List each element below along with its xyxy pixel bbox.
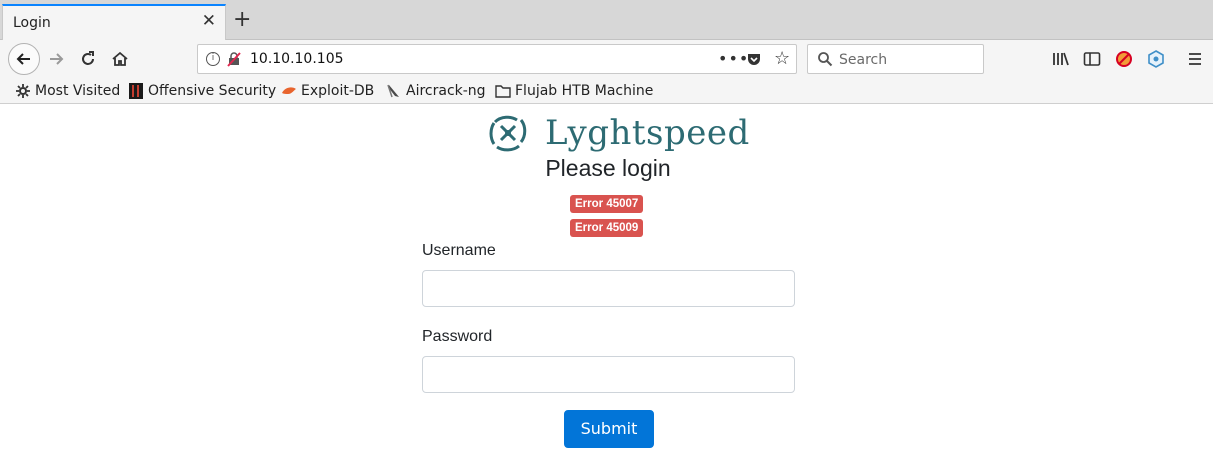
brand-name: Lyghtspeed [545,113,750,153]
error-badge: Error 45007 [570,195,644,213]
new-tab-icon[interactable]: + [233,9,251,31]
username-label: Username [422,242,496,259]
bookmark-star-icon[interactable]: ☆ [774,48,790,69]
home-icon [112,51,128,66]
info-icon[interactable]: i [206,52,220,66]
bookmark-most-visited[interactable]: Most Visited [15,81,120,101]
tab-title: Login [13,15,51,31]
forward-button[interactable] [42,45,70,73]
bookmark-label: Most Visited [35,83,121,99]
tab-bar: Login ✕ + [0,0,1213,41]
back-button[interactable] [8,43,40,75]
username-field[interactable] [422,270,795,307]
bookmark-label: Flujab HTB Machine [515,83,654,99]
bookmark-exploit-db[interactable]: Exploit-DB [281,81,374,101]
pocket-icon[interactable] [746,51,762,71]
bookmark-label: Aircrack-ng [406,83,486,99]
submit-button[interactable]: Submit [564,410,654,448]
back-arrow-icon [16,53,30,65]
hamburger-menu-icon[interactable] [1185,49,1205,69]
insecure-lock-icon[interactable] [226,51,242,71]
offsec-icon [128,83,144,99]
search-icon [817,51,833,71]
extension-icon[interactable] [1146,49,1166,69]
blocked-addon-icon[interactable] [1114,49,1134,69]
password-label: Password [422,328,493,345]
bookmark-offensive-security[interactable]: Offensive Security [128,81,276,101]
reload-icon [82,51,94,65]
page-actions-icon[interactable]: ••• [718,49,749,68]
library-icon[interactable] [1051,49,1071,69]
gear-icon [15,83,31,99]
bookmark-label: Offensive Security [148,83,277,99]
exploitdb-icon [281,83,297,99]
home-button[interactable] [106,45,134,73]
bookmark-aircrack-ng[interactable]: Aircrack-ng [386,81,486,101]
bookmarks-toolbar: Most Visited Offensive Security Exploit-… [0,78,1213,104]
page-title: Please login [545,155,671,181]
close-tab-icon[interactable]: ✕ [202,13,216,30]
lyghtspeed-logo-icon [489,115,527,152]
brand-logo: Lyghtspeed [487,112,750,154]
tab-login[interactable]: Login ✕ [2,4,226,41]
address-bar[interactable]: i 10.10.10.105 ••• ☆ [197,44,797,74]
forward-arrow-icon [50,53,64,65]
search-placeholder: Search [839,52,888,68]
password-field[interactable] [422,356,795,393]
aircrack-icon [386,83,402,99]
search-bar[interactable]: Search [807,44,984,74]
sidebar-icon[interactable] [1082,49,1102,69]
reload-button[interactable] [74,45,102,73]
url-text: 10.10.10.105 [250,51,344,67]
folder-icon [495,83,511,99]
page-content: Lyghtspeed Please login Error 45007 Erro… [0,105,1213,474]
navigation-bar: i 10.10.10.105 ••• ☆ Search [0,40,1213,78]
error-badge: Error 45009 [570,219,644,237]
bookmark-folder-flujab[interactable]: Flujab HTB Machine [495,81,653,101]
bookmark-label: Exploit-DB [301,83,375,99]
